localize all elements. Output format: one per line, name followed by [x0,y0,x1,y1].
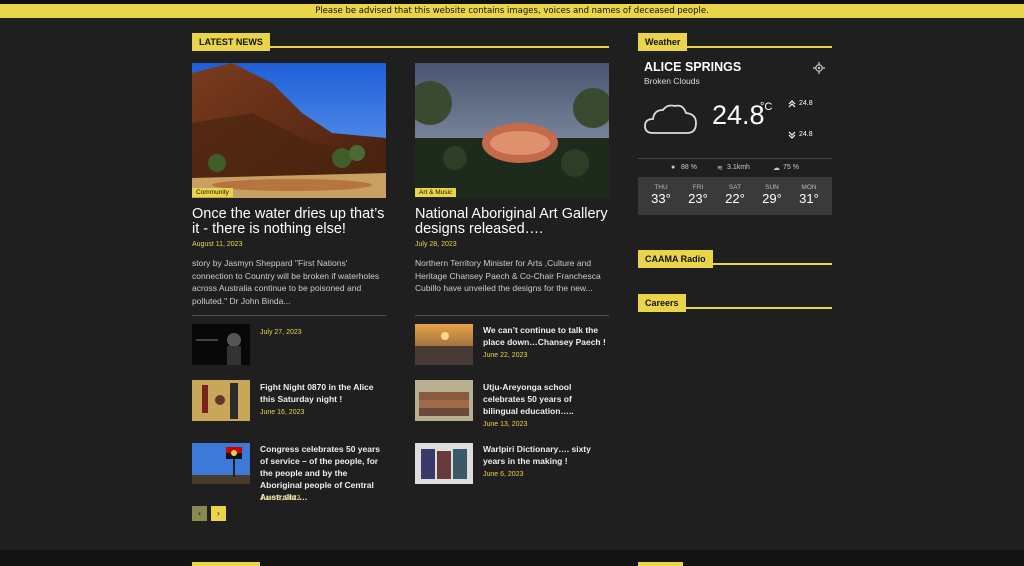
clouds-value: 75 % [783,164,799,171]
list-item-title[interactable]: Warlpiri Dictionary…. sixty years in the… [483,443,609,467]
list-item-date: June 16, 2023 [260,409,305,416]
humidity-value: 88 % [681,164,697,171]
list-thumb[interactable] [192,380,250,421]
list-item-date: June 6, 2023 [483,471,524,478]
location-icon[interactable] [813,62,825,74]
latest-news-label: LATEST NEWS [192,33,270,51]
deceased-notice: Please be advised that this website cont… [0,4,1024,18]
forecast-strip: THU 33° FRI 23° SAT 22° SUN 29° MON 31° [638,177,832,215]
featured-tag-community[interactable]: Community [192,188,233,197]
list-item-title[interactable]: We can’t continue to talk the place down… [483,324,609,348]
list-item-title[interactable]: Congress celebrates 50 years of service … [260,443,386,503]
high-temp-icon [788,100,796,108]
list-thumb[interactable] [415,443,473,484]
weather-city: ALICE SPRINGS [644,60,742,74]
caama-radio-label[interactable]: CAAMA Radio [638,250,713,268]
featured-excerpt-2: Northern Territory Minister for Arts ,Cu… [415,258,601,293]
list-thumb[interactable] [415,380,473,421]
footer-tab [638,562,683,566]
forecast-day: FRI 23° [683,184,713,206]
featured-excerpt-1: story by Jasmyn Sheppard "First Nations'… [192,258,380,306]
weather-stats: ● 88 % ≋ 3.1kmh ☁ 75 % [638,158,832,177]
forecast-day: MON 31° [794,184,824,206]
featured-date-1: August 11, 2023 [192,241,243,248]
forecast-day-name: SAT [728,184,742,191]
list-item-date: July 27, 2023 [260,329,302,336]
list-item-title[interactable]: Fight Night 0870 in the Alice this Satur… [260,381,386,405]
humidity-icon: ● [671,164,676,171]
forecast-day-temp: 23° [688,191,708,206]
list-item-date: June 13, 2023 [483,421,528,428]
temperature-unit: °C [760,101,773,113]
forecast-day: SAT 22° [720,184,750,206]
forecast-day-name: FRI [692,184,704,191]
forecast-day-temp: 22° [725,191,745,206]
forecast-day-temp: 33° [651,191,671,206]
careers-header: Careers [638,291,832,312]
forecast-day-temp: 29° [762,191,782,206]
weather-description: Broken Clouds [644,76,700,86]
caama-radio-header: CAAMA Radio [638,247,832,268]
wind-value: 3.1kmh [727,164,750,171]
footer [0,550,1024,566]
forecast-day-name: THU [654,184,668,191]
weather-label: Weather [638,33,688,51]
forecast-day: THU 33° [646,184,676,206]
list-thumb[interactable] [415,324,473,365]
list-thumb[interactable] [192,443,250,484]
divider [192,315,386,316]
cloud-icon [644,104,697,134]
current-temperature: 24.8 [712,100,765,130]
prev-page-button[interactable]: ‹ [192,506,207,521]
featured-title-2[interactable]: National Aboriginal Art Gallery designs … [415,207,615,237]
list-item-title[interactable]: Utju-Areyonga school celebrates 50 years… [483,381,609,417]
featured-image-gallery[interactable] [415,63,609,198]
featured-title-1[interactable]: Once the water dries up that’s it - ther… [192,207,392,237]
list-thumb[interactable] [192,324,250,365]
forecast-day-name: MON [801,184,817,191]
list-item-date: June 9, 2023 [260,495,301,502]
low-temp-icon [788,131,796,139]
forecast-day: SUN 29° [757,184,787,206]
list-item-date: June 22, 2023 [483,352,528,359]
high-temperature: 24.8 [799,100,813,107]
latest-news-header: LATEST NEWS [192,30,609,51]
low-temperature: 24.8 [799,131,813,138]
featured-tag-art-music[interactable]: Art & Music [415,188,457,197]
featured-date-2: July 28, 2023 [415,241,457,248]
careers-label[interactable]: Careers [638,294,686,312]
forecast-day-temp: 31° [799,191,819,206]
footer-tab [192,562,260,566]
next-page-button[interactable]: › [211,506,226,521]
notice-bar: Please be advised that this website cont… [0,0,1024,18]
forecast-day-name: SUN [765,184,779,191]
featured-image-waterhole[interactable] [192,63,386,198]
wind-icon: ≋ [717,165,723,172]
divider [415,315,609,316]
weather-header: Weather [638,30,832,51]
clouds-icon: ☁ [773,165,780,172]
